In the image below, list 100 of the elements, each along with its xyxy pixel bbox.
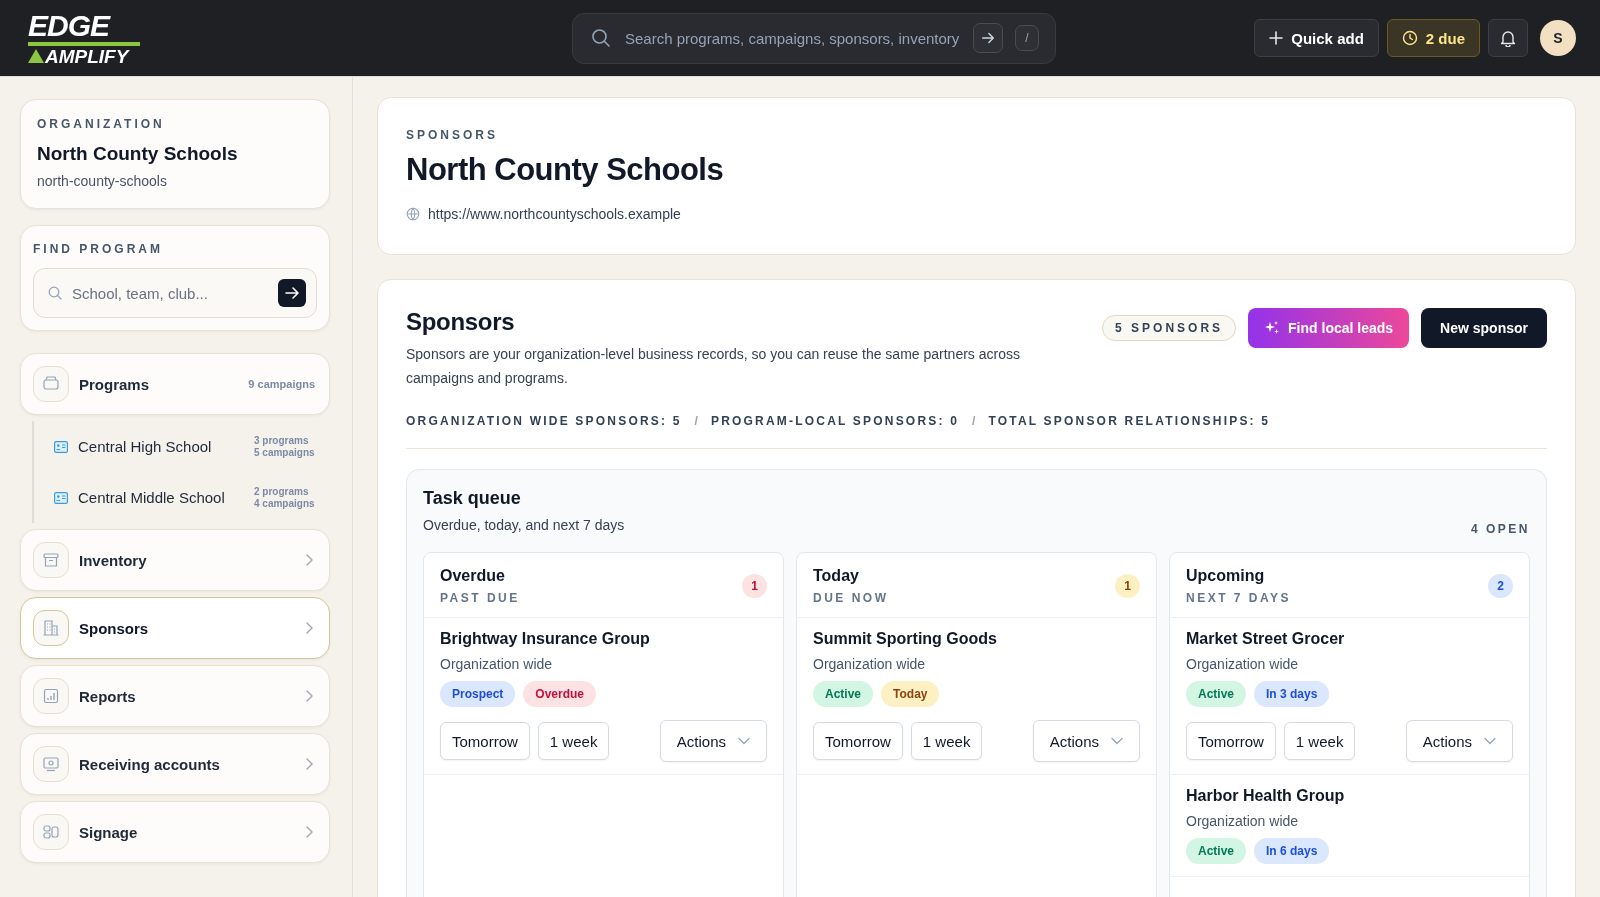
tray-icon bbox=[42, 375, 60, 393]
building-icon bbox=[42, 619, 60, 637]
id-card-icon bbox=[54, 440, 68, 453]
new-sponsor-button[interactable]: New sponsor bbox=[1421, 308, 1547, 348]
count-text: 2 programs bbox=[254, 486, 310, 498]
open-count: 4 OPEN bbox=[1471, 522, 1530, 536]
monitor-icon bbox=[42, 755, 60, 773]
search-submit-button[interactable] bbox=[973, 23, 1003, 53]
column-subtitle: NEXT 7 DAYS bbox=[1186, 591, 1292, 605]
page-title: North County Schools bbox=[406, 152, 725, 188]
count-badge: 2 bbox=[1488, 574, 1513, 598]
count-text: 4 campaigns bbox=[254, 497, 316, 509]
arrow-icon bbox=[283, 284, 301, 302]
chevron-right-icon bbox=[305, 757, 315, 771]
column-title: Upcoming bbox=[1186, 567, 1266, 585]
bell-icon bbox=[1499, 29, 1517, 47]
due-button[interactable]: 2 due bbox=[1386, 19, 1480, 57]
sparkle-icon bbox=[1264, 320, 1281, 336]
sponsor-count-badge: 5 SPONSORS bbox=[1102, 315, 1237, 341]
task-queue-subtitle: Overdue, today, and next 7 days bbox=[423, 517, 625, 533]
page-eyebrow: SPONSORS bbox=[406, 128, 499, 142]
website-link[interactable]: https://www.northcountyschools.example bbox=[428, 206, 681, 222]
clock-icon bbox=[1401, 30, 1418, 46]
stat-text: PROGRAM-LOCAL SPONSORS: 0 bbox=[710, 414, 960, 428]
quick-add-button[interactable]: Quick add bbox=[1254, 19, 1379, 57]
organization-name: North County Schools bbox=[37, 143, 239, 165]
program-search-field[interactable]: School, team, club... bbox=[33, 268, 317, 318]
status-tag: In 6 days bbox=[1254, 838, 1330, 864]
sponsor-scope: Organization wide bbox=[440, 656, 554, 672]
logo: EDGE AMPLIFY bbox=[28, 10, 140, 66]
chart-icon bbox=[42, 687, 60, 705]
separator: / bbox=[972, 414, 976, 428]
chevron-right-icon bbox=[305, 621, 315, 635]
plus-icon bbox=[1269, 31, 1284, 45]
snooze-button[interactable]: Tomorrow bbox=[1186, 722, 1276, 760]
sidebar-item[interactable]: Sponsors bbox=[20, 597, 330, 659]
sidebar-item[interactable]: Receiving accounts bbox=[20, 733, 330, 795]
snooze-button[interactable]: Tomorrow bbox=[813, 722, 903, 760]
sidebar-subitem[interactable]: Central Middle School 2 programs 4 campaigns bbox=[34, 472, 330, 523]
actions-button[interactable]: Actions bbox=[1032, 720, 1140, 762]
column-subtitle: DUE NOW bbox=[813, 591, 889, 605]
column-subtitle: PAST DUE bbox=[440, 591, 520, 605]
snooze-button[interactable]: 1 week bbox=[537, 722, 610, 760]
sponsor-scope: Organization wide bbox=[1186, 813, 1300, 829]
status-tag: In 3 days bbox=[1254, 681, 1330, 707]
chevron-right-icon bbox=[305, 689, 315, 703]
triangle-icon bbox=[28, 49, 44, 63]
column-title: Today bbox=[813, 567, 860, 585]
organization-slug: north-county-schools bbox=[37, 173, 168, 189]
stat-text: ORGANIZATION WIDE SPONSORS: 5 bbox=[406, 414, 682, 428]
sponsor-scope: Organization wide bbox=[813, 656, 927, 672]
status-tag: Today bbox=[881, 681, 940, 707]
find-local-leads-button[interactable]: Find local leads bbox=[1248, 308, 1410, 348]
sidebar-subitem[interactable]: Central High School 3 programs 5 campaigns bbox=[34, 421, 330, 472]
program-search-input[interactable]: School, team, club... bbox=[70, 283, 270, 303]
column-title: Overdue bbox=[440, 567, 506, 585]
archive-box-icon bbox=[42, 551, 60, 569]
section-label: ORGANIZATION bbox=[37, 117, 166, 131]
sidebar-item[interactable]: Reports bbox=[20, 665, 330, 727]
avatar[interactable]: S bbox=[1540, 20, 1576, 56]
id-card-icon bbox=[54, 491, 68, 504]
snooze-button[interactable]: 1 week bbox=[1283, 722, 1356, 760]
search-icon bbox=[48, 286, 62, 300]
chevron-down-icon bbox=[738, 737, 750, 745]
chevron-down-icon bbox=[1484, 737, 1496, 745]
chevron-right-icon bbox=[305, 553, 315, 567]
stat-text: TOTAL SPONSOR RELATIONSHIPS: 5 bbox=[988, 414, 1271, 428]
shortcut-key: / bbox=[1015, 25, 1039, 51]
sponsor-name: Harbor Health Group bbox=[1186, 787, 1346, 805]
sidebar-item[interactable]: Inventory bbox=[20, 529, 330, 591]
actions-button[interactable]: Actions bbox=[659, 720, 767, 762]
shapes-icon bbox=[42, 823, 60, 841]
separator: / bbox=[694, 414, 698, 428]
sponsor-name: Summit Sporting Goods bbox=[813, 630, 998, 648]
count-text: 5 campaigns bbox=[254, 446, 316, 458]
status-tag: Active bbox=[813, 681, 874, 707]
notifications-button[interactable] bbox=[1488, 19, 1528, 57]
snooze-button[interactable]: 1 week bbox=[910, 722, 983, 760]
status-tag: Active bbox=[1186, 838, 1247, 864]
snooze-button[interactable]: Tomorrow bbox=[440, 722, 530, 760]
chevron-right-icon bbox=[305, 825, 315, 839]
section-label: FIND PROGRAM bbox=[33, 242, 164, 256]
status-tag: Active bbox=[1186, 681, 1247, 707]
go-button[interactable] bbox=[278, 279, 306, 307]
section-title: Sponsors bbox=[406, 308, 515, 336]
count-badge: 1 bbox=[742, 574, 767, 598]
campaign-count: 9 campaigns bbox=[248, 378, 315, 390]
actions-button[interactable]: Actions bbox=[1405, 720, 1513, 762]
status-tag: Overdue bbox=[523, 681, 597, 707]
count-badge: 1 bbox=[1115, 574, 1140, 598]
search-field[interactable]: Search programs, campaigns, sponsors, inventory / bbox=[572, 12, 1056, 64]
sponsor-name: Brightway Insurance Group bbox=[440, 630, 651, 648]
section-description: Sponsors are your organization-level business records, so you can reuse the same partners across campaigns and programs. bbox=[406, 345, 1021, 388]
count-text: 3 programs bbox=[254, 435, 310, 447]
search-input[interactable]: Search programs, campaigns, sponsors, inventory bbox=[623, 28, 961, 48]
sidebar-item[interactable]: Signage bbox=[20, 801, 330, 863]
sidebar-item[interactable]: Programs 9 campaigns bbox=[20, 353, 330, 415]
task-queue-title: Task queue bbox=[423, 488, 522, 509]
status-tag: Prospect bbox=[440, 681, 516, 707]
sponsor-name: Market Street Grocer bbox=[1186, 630, 1346, 648]
